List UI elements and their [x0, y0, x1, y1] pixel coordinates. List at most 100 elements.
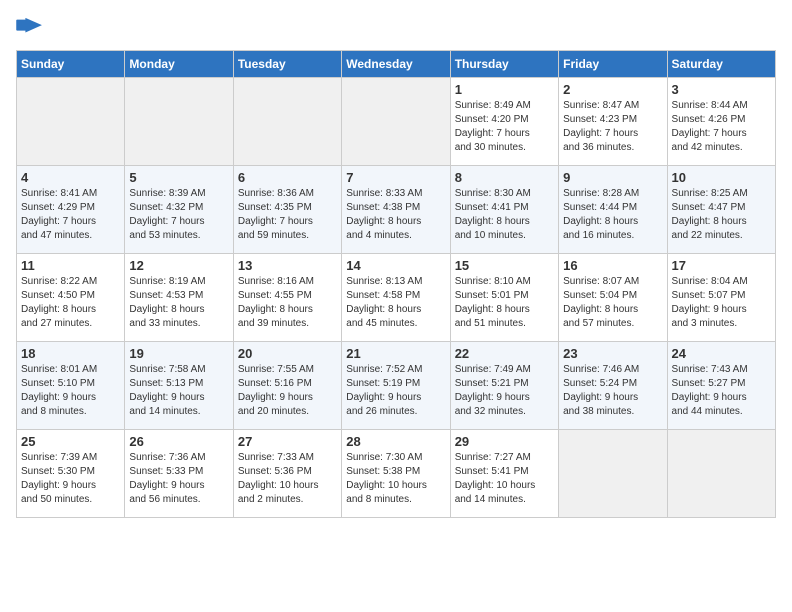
- calendar-cell: 26 Sunrise: 7:36 AM Sunset: 5:33 PM Dayli…: [125, 430, 233, 518]
- calendar-cell: 22Sunrise: 7:49 AM Sunset: 5:21 PM Dayli…: [450, 342, 558, 430]
- day-number: 26: [129, 434, 228, 449]
- calendar-cell: 27 Sunrise: 7:33 AM Sunset: 5:36 PM Dayli…: [233, 430, 341, 518]
- calendar-cell: 7Sunrise: 8:33 AM Sunset: 4:38 PM Daylig…: [342, 166, 450, 254]
- header-day: Sunday: [17, 51, 125, 78]
- calendar-cell: 19Sunrise: 7:58 AM Sunset: 5:13 PM Dayli…: [125, 342, 233, 430]
- calendar-cell: 11 Sunrise: 8:22 AM Sunset: 4:50 PM Dayli…: [17, 254, 125, 342]
- day-number: 28: [346, 434, 445, 449]
- day-number: 22: [455, 346, 554, 361]
- calendar-body: 1Sunrise: 8:49 AM Sunset: 4:20 PM Daylig…: [17, 78, 776, 518]
- day-info: Sunrise: 7:27 AM Sunset: 5:41 PM Dayligh…: [455, 451, 554, 507]
- day-info: Sunrise: 8:41 AM Sunset: 4:29 PM Dayligh…: [21, 187, 120, 243]
- day-info: Sunrise: 8:28 AM Sunset: 4:44 PM Dayligh…: [563, 187, 662, 243]
- calendar-cell: [667, 430, 775, 518]
- calendar-cell: 13 Sunrise: 8:16 AM Sunset: 4:55 PM Dayli…: [233, 254, 341, 342]
- calendar-cell: 23 Sunrise: 7:46 AM Sunset: 5:24 PM Dayli…: [559, 342, 667, 430]
- calendar-cell: [125, 78, 233, 166]
- calendar-cell: 17Sunrise: 8:04 AM Sunset: 5:07 PM Dayli…: [667, 254, 775, 342]
- day-number: 11: [21, 258, 120, 273]
- day-number: 19: [129, 346, 228, 361]
- calendar-week-row: 18 Sunrise: 8:01 AM Sunset: 5:10 PM Dayli…: [17, 342, 776, 430]
- day-info: Sunrise: 8:13 AM Sunset: 4:58 PM Dayligh…: [346, 275, 445, 331]
- calendar-cell: 29 Sunrise: 7:27 AM Sunset: 5:41 PM Dayli…: [450, 430, 558, 518]
- calendar-week-row: 1Sunrise: 8:49 AM Sunset: 4:20 PM Daylig…: [17, 78, 776, 166]
- header-day: Monday: [125, 51, 233, 78]
- calendar-cell: 20Sunrise: 7:55 AM Sunset: 5:16 PM Dayli…: [233, 342, 341, 430]
- day-info: Sunrise: 7:30 AM Sunset: 5:38 PM Dayligh…: [346, 451, 445, 507]
- day-number: 6: [238, 170, 337, 185]
- day-info: Sunrise: 8:44 AM Sunset: 4:26 PM Dayligh…: [672, 99, 771, 155]
- day-info: Sunrise: 8:16 AM Sunset: 4:55 PM Dayligh…: [238, 275, 337, 331]
- day-info: Sunrise: 8:22 AM Sunset: 4:50 PM Dayligh…: [21, 275, 120, 331]
- day-info: Sunrise: 7:36 AM Sunset: 5:33 PM Dayligh…: [129, 451, 228, 507]
- day-info: Sunrise: 8:33 AM Sunset: 4:38 PM Dayligh…: [346, 187, 445, 243]
- calendar-cell: 6 Sunrise: 8:36 AM Sunset: 4:35 PM Daylig…: [233, 166, 341, 254]
- day-info: Sunrise: 8:49 AM Sunset: 4:20 PM Dayligh…: [455, 99, 554, 155]
- calendar-cell: 12 Sunrise: 8:19 AM Sunset: 4:53 PM Dayli…: [125, 254, 233, 342]
- day-info: Sunrise: 8:10 AM Sunset: 5:01 PM Dayligh…: [455, 275, 554, 331]
- day-number: 20: [238, 346, 337, 361]
- calendar-cell: 2Sunrise: 8:47 AM Sunset: 4:23 PM Daylig…: [559, 78, 667, 166]
- day-number: 8: [455, 170, 554, 185]
- calendar-cell: 18 Sunrise: 8:01 AM Sunset: 5:10 PM Dayli…: [17, 342, 125, 430]
- day-number: 10: [672, 170, 771, 185]
- calendar-cell: 3 Sunrise: 8:44 AM Sunset: 4:26 PM Daylig…: [667, 78, 775, 166]
- calendar-cell: 25 Sunrise: 7:39 AM Sunset: 5:30 PM Dayli…: [17, 430, 125, 518]
- day-number: 5: [129, 170, 228, 185]
- day-number: 18: [21, 346, 120, 361]
- day-info: Sunrise: 8:19 AM Sunset: 4:53 PM Dayligh…: [129, 275, 228, 331]
- header-day: Wednesday: [342, 51, 450, 78]
- day-number: 24: [672, 346, 771, 361]
- day-info: Sunrise: 7:52 AM Sunset: 5:19 PM Dayligh…: [346, 363, 445, 419]
- calendar-week-row: 4 Sunrise: 8:41 AM Sunset: 4:29 PM Daylig…: [17, 166, 776, 254]
- day-info: Sunrise: 8:39 AM Sunset: 4:32 PM Dayligh…: [129, 187, 228, 243]
- day-info: Sunrise: 8:07 AM Sunset: 5:04 PM Dayligh…: [563, 275, 662, 331]
- calendar-cell: 16 Sunrise: 8:07 AM Sunset: 5:04 PM Dayli…: [559, 254, 667, 342]
- day-number: 14: [346, 258, 445, 273]
- day-number: 9: [563, 170, 662, 185]
- calendar-cell: 21 Sunrise: 7:52 AM Sunset: 5:19 PM Dayli…: [342, 342, 450, 430]
- day-number: 12: [129, 258, 228, 273]
- calendar-cell: [342, 78, 450, 166]
- day-info: Sunrise: 7:43 AM Sunset: 5:27 PM Dayligh…: [672, 363, 771, 419]
- logo-icon: [16, 16, 44, 38]
- calendar-week-row: 25 Sunrise: 7:39 AM Sunset: 5:30 PM Dayli…: [17, 430, 776, 518]
- day-number: 13: [238, 258, 337, 273]
- header: [16, 16, 776, 38]
- day-number: 2: [563, 82, 662, 97]
- day-info: Sunrise: 7:39 AM Sunset: 5:30 PM Dayligh…: [21, 451, 120, 507]
- calendar-cell: 5 Sunrise: 8:39 AM Sunset: 4:32 PM Daylig…: [125, 166, 233, 254]
- day-number: 23: [563, 346, 662, 361]
- day-number: 4: [21, 170, 120, 185]
- day-number: 3: [672, 82, 771, 97]
- calendar-header: SundayMondayTuesdayWednesdayThursdayFrid…: [17, 51, 776, 78]
- header-day: Thursday: [450, 51, 558, 78]
- day-number: 16: [563, 258, 662, 273]
- day-info: Sunrise: 8:25 AM Sunset: 4:47 PM Dayligh…: [672, 187, 771, 243]
- calendar-cell: 8Sunrise: 8:30 AM Sunset: 4:41 PM Daylig…: [450, 166, 558, 254]
- calendar-cell: 24 Sunrise: 7:43 AM Sunset: 5:27 PM Dayli…: [667, 342, 775, 430]
- day-number: 21: [346, 346, 445, 361]
- day-info: Sunrise: 8:01 AM Sunset: 5:10 PM Dayligh…: [21, 363, 120, 419]
- day-info: Sunrise: 7:46 AM Sunset: 5:24 PM Dayligh…: [563, 363, 662, 419]
- day-info: Sunrise: 8:36 AM Sunset: 4:35 PM Dayligh…: [238, 187, 337, 243]
- logo: [16, 16, 48, 38]
- calendar-cell: 9 Sunrise: 8:28 AM Sunset: 4:44 PM Daylig…: [559, 166, 667, 254]
- calendar-cell: [233, 78, 341, 166]
- day-number: 27: [238, 434, 337, 449]
- calendar-cell: [559, 430, 667, 518]
- calendar-cell: 15Sunrise: 8:10 AM Sunset: 5:01 PM Dayli…: [450, 254, 558, 342]
- calendar-cell: 4 Sunrise: 8:41 AM Sunset: 4:29 PM Daylig…: [17, 166, 125, 254]
- header-day: Saturday: [667, 51, 775, 78]
- day-number: 29: [455, 434, 554, 449]
- calendar-table: SundayMondayTuesdayWednesdayThursdayFrid…: [16, 50, 776, 518]
- calendar-cell: 1Sunrise: 8:49 AM Sunset: 4:20 PM Daylig…: [450, 78, 558, 166]
- header-day: Tuesday: [233, 51, 341, 78]
- day-number: 17: [672, 258, 771, 273]
- day-info: Sunrise: 7:33 AM Sunset: 5:36 PM Dayligh…: [238, 451, 337, 507]
- header-row: SundayMondayTuesdayWednesdayThursdayFrid…: [17, 51, 776, 78]
- header-day: Friday: [559, 51, 667, 78]
- day-number: 25: [21, 434, 120, 449]
- calendar-cell: 14 Sunrise: 8:13 AM Sunset: 4:58 PM Dayli…: [342, 254, 450, 342]
- calendar-cell: [17, 78, 125, 166]
